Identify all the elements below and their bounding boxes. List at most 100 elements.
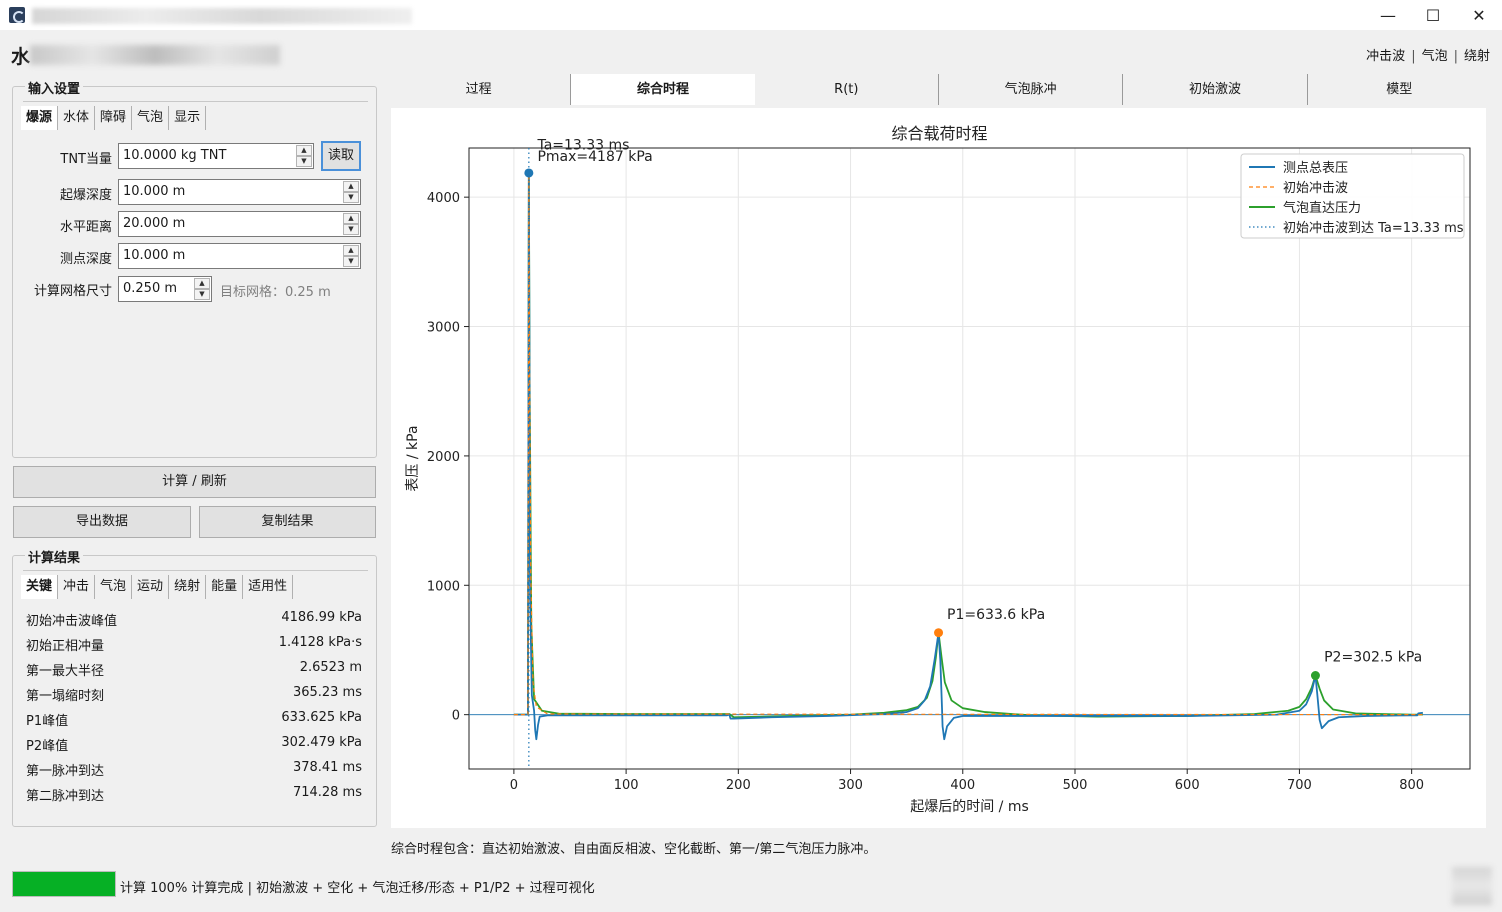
result-value: 365.23 ms — [292, 685, 362, 700]
tab-combined-history[interactable]: 综合时程 — [571, 74, 755, 105]
depth-input[interactable]: 10.000 m ▲ ▼ — [118, 179, 361, 205]
link-shockwave[interactable]: 冲击波 — [1366, 49, 1405, 64]
link-diffraction[interactable]: 绕射 — [1464, 49, 1490, 64]
tnt-label: TNT当量 — [60, 152, 112, 167]
x-axis-label: 起爆后的时间 / ms — [910, 799, 1029, 815]
depth-label: 起爆深度 — [59, 188, 112, 203]
tab-energy[interactable]: 能量 — [206, 575, 244, 599]
tab-shock[interactable]: 冲击 — [58, 575, 96, 599]
tnt-input[interactable]: 10.0000 kg TNT ▲ ▼ — [118, 143, 314, 169]
tab-motion[interactable]: 运动 — [132, 575, 170, 599]
result-row: 第一塌缩时刻 365.23 ms — [26, 685, 362, 705]
chart-title: 综合载荷时程 — [891, 124, 987, 143]
y-tick-label: 0 — [452, 709, 460, 724]
export-button[interactable]: 导出数据 — [13, 506, 191, 538]
annotation: P2=302.5 kPa — [1324, 650, 1422, 666]
series-line-2 — [513, 172, 1423, 719]
tab-key[interactable]: 关键 — [21, 575, 59, 599]
result-row: 第二脉冲到达 714.28 ms — [26, 785, 362, 805]
spin-up-icon[interactable]: ▲ — [296, 145, 312, 156]
tab-model[interactable]: 模型 — [1307, 74, 1491, 105]
result-row: P2峰值 302.479 kPa — [26, 735, 362, 755]
result-value: 4186.99 kPa — [281, 610, 362, 625]
distance-input[interactable]: 20.000 m ▲ ▼ — [118, 211, 361, 237]
group-divider — [23, 101, 368, 102]
annotation: P1=633.6 kPa — [947, 607, 1045, 623]
tab-diffraction[interactable]: 绕射 — [169, 575, 207, 599]
group-divider — [23, 570, 368, 571]
link-bubble[interactable]: 气泡 — [1422, 49, 1448, 64]
distance-label: 水平距离 — [59, 220, 112, 235]
y-tick-label: 2000 — [427, 450, 460, 465]
legend-label: 测点总表压 — [1283, 161, 1348, 176]
result-key: P2峰值 — [26, 739, 69, 754]
spin-down-icon[interactable]: ▼ — [296, 156, 312, 167]
window-title-redacted — [32, 8, 412, 24]
chart-panel: 0 100 200 300 400 500 600 700 800 0 1000 2000 3000 40… — [391, 108, 1486, 828]
main-tabs: 过程 综合时程 R(t) 气泡脉冲 初始激波 模型 — [387, 74, 1491, 105]
tab-display[interactable]: 显示 — [169, 106, 207, 130]
results-title: 计算结果 — [25, 547, 84, 566]
read-button[interactable]: 读取 — [321, 141, 361, 171]
maximize-button[interactable]: ☐ — [1410, 0, 1456, 30]
series-line-1 — [513, 172, 1423, 716]
result-key: 初始冲击波峰值 — [26, 614, 118, 629]
tab-bubble[interactable]: 气泡 — [132, 106, 170, 130]
spin-up-icon[interactable]: ▲ — [343, 213, 359, 224]
x-tick-label: 800 — [1399, 778, 1424, 793]
app-title: 水 — [11, 46, 31, 68]
gauge-depth-input[interactable]: 10.000 m ▲ ▼ — [118, 243, 361, 269]
results-tabs: 关键 冲击 气泡 运动 绕射 能量 适用性 — [21, 575, 294, 599]
result-value: 633.625 kPa — [281, 710, 362, 725]
x-tick-label: 600 — [1175, 778, 1200, 793]
tab-source[interactable]: 爆源 — [21, 106, 59, 130]
result-key: 第一塌缩时刻 — [26, 689, 105, 704]
result-key: 第一脉冲到达 — [26, 764, 105, 779]
x-tick-label: 700 — [1287, 778, 1312, 793]
x-tick-label: 500 — [1063, 778, 1088, 793]
tab-obstacle[interactable]: 障碍 — [95, 106, 133, 130]
grid-hint: 目标网格：0.25 m — [220, 285, 331, 300]
tab-process[interactable]: 过程 — [387, 74, 572, 105]
progress-bar — [12, 871, 116, 897]
tab-applicability[interactable]: 适用性 — [243, 575, 294, 599]
legend-label: 初始冲击波到达 Ta=13.33 ms — [1283, 221, 1464, 236]
result-key: 第二脉冲到达 — [26, 789, 105, 804]
copy-button[interactable]: 复制结果 — [199, 506, 376, 538]
result-row: 初始冲击波峰值 4186.99 kPa — [26, 610, 362, 630]
tab-bubble-result[interactable]: 气泡 — [95, 575, 133, 599]
y-axis-label: 表压 / kPa — [405, 425, 421, 491]
app-icon — [9, 7, 25, 23]
depth-value: 10.000 m — [123, 184, 186, 199]
spin-down-icon[interactable]: ▼ — [343, 224, 359, 235]
minimize-button[interactable]: — — [1365, 0, 1411, 30]
spin-up-icon[interactable]: ▲ — [343, 245, 359, 256]
spin-down-icon[interactable]: ▼ — [343, 192, 359, 203]
tab-bubble-pulse[interactable]: 气泡脉冲 — [938, 74, 1124, 105]
x-tick-label: 200 — [726, 778, 751, 793]
tab-initial-shock[interactable]: 初始激波 — [1123, 74, 1308, 105]
result-key: P1峰值 — [26, 714, 69, 729]
spin-up-icon[interactable]: ▲ — [343, 181, 359, 192]
grid-input[interactable]: 0.250 m ▲ ▼ — [118, 276, 212, 302]
spin-down-icon[interactable]: ▼ — [343, 256, 359, 267]
result-value: 302.479 kPa — [281, 735, 362, 750]
peak-marker — [524, 168, 534, 178]
spin-up-icon[interactable]: ▲ — [194, 278, 210, 289]
x-tick-label: 400 — [950, 778, 975, 793]
peak-marker — [934, 628, 944, 638]
close-button[interactable]: ✕ — [1456, 0, 1502, 30]
gauge-depth-value: 10.000 m — [123, 248, 186, 263]
tab-radius[interactable]: R(t) — [754, 74, 939, 105]
compute-button[interactable]: 计算 / 刷新 — [13, 466, 376, 498]
tab-water[interactable]: 水体 — [58, 106, 96, 130]
y-tick-label: 4000 — [427, 191, 460, 206]
result-row: P1峰值 633.625 kPa — [26, 710, 362, 730]
status-redacted — [1452, 867, 1492, 905]
input-settings-title: 输入设置 — [25, 78, 84, 97]
input-tabs: 爆源 水体 障碍 气泡 显示 — [21, 106, 207, 130]
x-tick-label: 0 — [510, 778, 518, 793]
tnt-value: 10.0000 kg TNT — [123, 148, 227, 163]
result-value: 2.6523 m — [299, 660, 362, 675]
spin-down-icon[interactable]: ▼ — [194, 289, 210, 300]
